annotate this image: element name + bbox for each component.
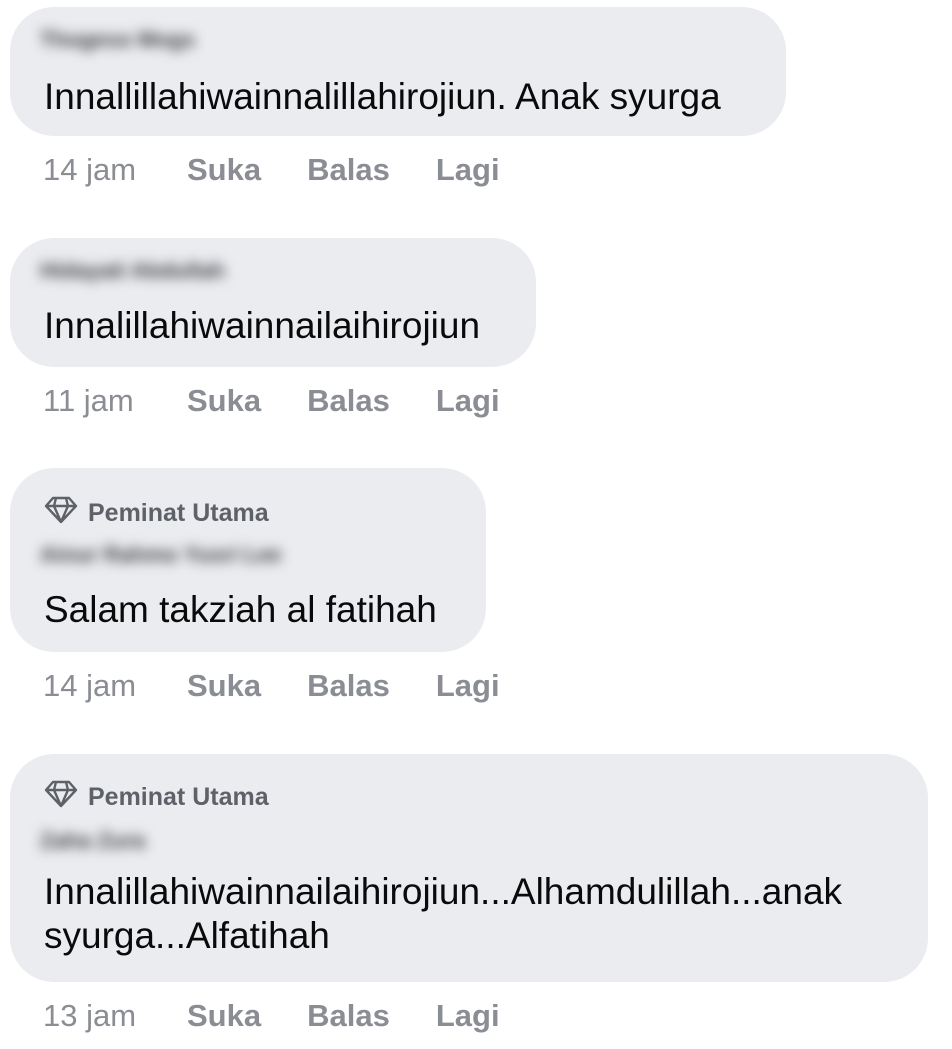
comment-timestamp[interactable]: 11 jam [43, 383, 187, 419]
diamond-icon [44, 779, 88, 816]
more-button[interactable]: Lagi [436, 998, 500, 1034]
diamond-icon-svg [44, 780, 78, 807]
comment-text: Innalillahiwainnailaihirojiun [44, 305, 481, 346]
comment-author[interactable]: Hidayati Abdullah [40, 256, 225, 286]
reply-button[interactable]: Balas [307, 668, 390, 704]
comment-timestamp[interactable]: 14 jam [43, 152, 187, 188]
comment-author[interactable]: Thogeso Mogs [40, 25, 195, 55]
like-button[interactable]: Suka [187, 998, 261, 1034]
comment: Thogeso Mogs Innallillahiwainnalillahiro… [10, 7, 786, 190]
comment-text: Salam takziah al fatihah [44, 589, 437, 630]
comment-author[interactable]: Ainur Rahmo Yusri Lee [40, 540, 282, 570]
top-fan-badge: Peminat Utama [44, 780, 894, 812]
comment-author[interactable]: Zaha Zura [40, 826, 145, 856]
comment: Peminat Utama Zaha Zura Innalillahiwainn… [10, 754, 928, 1036]
comment-timestamp[interactable]: 13 jam [43, 998, 187, 1034]
more-button[interactable]: Lagi [436, 668, 500, 704]
like-button[interactable]: Suka [187, 668, 261, 704]
comment-bubble[interactable]: Peminat Utama Zaha Zura Innalillahiwainn… [10, 754, 928, 982]
comment-actions: 14 jam Suka Balas Lagi [10, 150, 786, 190]
badge-label: Peminat Utama [88, 498, 269, 527]
comment-bubble[interactable]: Thogeso Mogs Innallillahiwainnalillahiro… [10, 7, 786, 136]
comment-bubble[interactable]: Hidayati Abdullah Innalillahiwainnailaih… [10, 238, 536, 367]
comment-actions: 14 jam Suka Balas Lagi [10, 666, 546, 706]
comment: Hidayati Abdullah Innalillahiwainnailaih… [10, 238, 546, 421]
more-button[interactable]: Lagi [436, 152, 500, 188]
more-button[interactable]: Lagi [436, 383, 500, 419]
diamond-icon-svg [44, 496, 78, 523]
comment-actions: 11 jam Suka Balas Lagi [10, 381, 546, 421]
comment-timestamp[interactable]: 14 jam [43, 668, 187, 704]
reply-button[interactable]: Balas [307, 152, 390, 188]
like-button[interactable]: Suka [187, 383, 261, 419]
reply-button[interactable]: Balas [307, 998, 390, 1034]
top-fan-badge: Peminat Utama [44, 496, 452, 528]
diamond-icon [44, 495, 88, 532]
comment-bubble[interactable]: Peminat Utama Ainur Rahmo Yusri Lee Sala… [10, 468, 486, 652]
comment-actions: 13 jam Suka Balas Lagi [10, 996, 928, 1036]
comment-text: Innallillahiwainnalillahirojiun. Anak sy… [44, 76, 721, 117]
like-button[interactable]: Suka [187, 152, 261, 188]
comment: Peminat Utama Ainur Rahmo Yusri Lee Sala… [10, 468, 546, 706]
badge-label: Peminat Utama [88, 782, 269, 811]
comment-text: Innalillahiwainnailaihirojiun...Alhamdul… [44, 871, 843, 956]
reply-button[interactable]: Balas [307, 383, 390, 419]
